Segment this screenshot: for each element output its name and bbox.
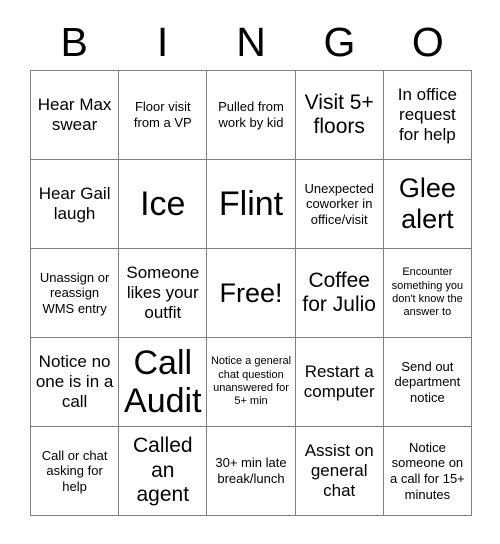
bingo-cell-label: Restart a computer	[303, 361, 375, 401]
bingo-cell-label: Flint	[218, 184, 284, 223]
bingo-cell-label: Encounter something you don't know the a…	[391, 266, 464, 319]
bingo-cell[interactable]: Encounter something you don't know the a…	[383, 249, 472, 338]
bingo-cell[interactable]: Notice no one is in a call	[31, 338, 120, 427]
bingo-cell-label: Send out department notice	[394, 358, 461, 405]
bingo-header-letter-b: B	[60, 18, 88, 65]
bingo-header-letter-i: I	[156, 18, 169, 65]
bingo-cell-label: Assist on general chat	[304, 440, 374, 501]
bingo-card: B I N G O Hear Max swear Floor visit fro…	[0, 0, 500, 544]
bingo-cell[interactable]: In office request for help	[383, 71, 472, 160]
bingo-header-letter-n: N	[236, 18, 266, 65]
bingo-cell-label: Hear Gail laugh	[38, 183, 111, 223]
bingo-cell-label: Notice no one is in a call	[35, 351, 114, 412]
bingo-cell[interactable]: Visit 5+ floors	[295, 71, 384, 160]
bingo-cell-label: Called an agent	[133, 434, 193, 507]
bingo-cell[interactable]: Call or chat asking for help	[31, 427, 120, 516]
bingo-header-letter-g: G	[323, 18, 356, 65]
bingo-header-letter-o: O	[411, 18, 444, 65]
bingo-cell[interactable]: Called an agent	[119, 427, 208, 516]
bingo-cell[interactable]: Floor visit from a VP	[119, 71, 208, 160]
bingo-cell[interactable]: 30+ min late break/lunch	[207, 427, 296, 516]
bingo-cell-label: Coffee for Julio	[302, 268, 376, 316]
bingo-cell[interactable]: Ice	[119, 160, 208, 249]
bingo-cell-label: Notice a general chat question unanswere…	[210, 355, 292, 408]
bingo-cell-label: Free!	[219, 277, 283, 308]
bingo-cell-label: Ice	[140, 184, 186, 223]
bingo-cell-label: Glee alert	[398, 173, 456, 234]
bingo-cell[interactable]: Hear Gail laugh	[31, 160, 120, 249]
bingo-cell[interactable]: Someone likes your outfit	[119, 249, 208, 338]
bingo-cell[interactable]: Send out department notice	[383, 338, 472, 427]
bingo-cell[interactable]: Call Audit	[119, 338, 208, 427]
bingo-cell[interactable]: Flint	[207, 160, 296, 249]
bingo-grid: Hear Max swear Floor visit from a VP Pul…	[30, 70, 472, 516]
bingo-cell[interactable]: Assist on general chat	[295, 427, 384, 516]
bingo-cell-label: Floor visit from a VP	[133, 99, 192, 130]
bingo-cell-label: Someone likes your outfit	[126, 262, 200, 323]
bingo-cell[interactable]: Notice a general chat question unanswere…	[207, 338, 296, 427]
bingo-cell[interactable]: Hear Max swear	[31, 71, 120, 160]
bingo-cell-label: Notice someone on a call for 15+ minutes	[389, 439, 465, 502]
bingo-cell-label: 30+ min late break/lunch	[215, 455, 287, 486]
bingo-cell[interactable]: Notice someone on a call for 15+ minutes	[383, 427, 472, 516]
bingo-cell-label: In office request for help	[397, 84, 457, 145]
bingo-cell[interactable]: Unexpected coworker in office/visit	[295, 160, 384, 249]
bingo-cell-label: Call or chat asking for help	[41, 447, 108, 494]
bingo-cell-label: Hear Max swear	[37, 94, 112, 134]
bingo-cell-label: Visit 5+ floors	[304, 90, 374, 138]
bingo-cell-free[interactable]: Free!	[207, 249, 296, 338]
bingo-cell[interactable]: Glee alert	[383, 160, 472, 249]
bingo-cell-label: Call Audit	[124, 343, 202, 420]
bingo-cell-label: Unassign or reassign WMS entry	[39, 269, 110, 316]
bingo-cell[interactable]: Pulled from work by kid	[207, 71, 296, 160]
bingo-cell[interactable]: Restart a computer	[295, 338, 384, 427]
bingo-cell-label: Unexpected coworker in office/visit	[304, 180, 374, 227]
bingo-cell[interactable]: Coffee for Julio	[295, 249, 384, 338]
bingo-cell-label: Pulled from work by kid	[218, 99, 284, 130]
bingo-cell[interactable]: Unassign or reassign WMS entry	[31, 249, 120, 338]
bingo-header-row: B I N G O	[30, 14, 472, 70]
